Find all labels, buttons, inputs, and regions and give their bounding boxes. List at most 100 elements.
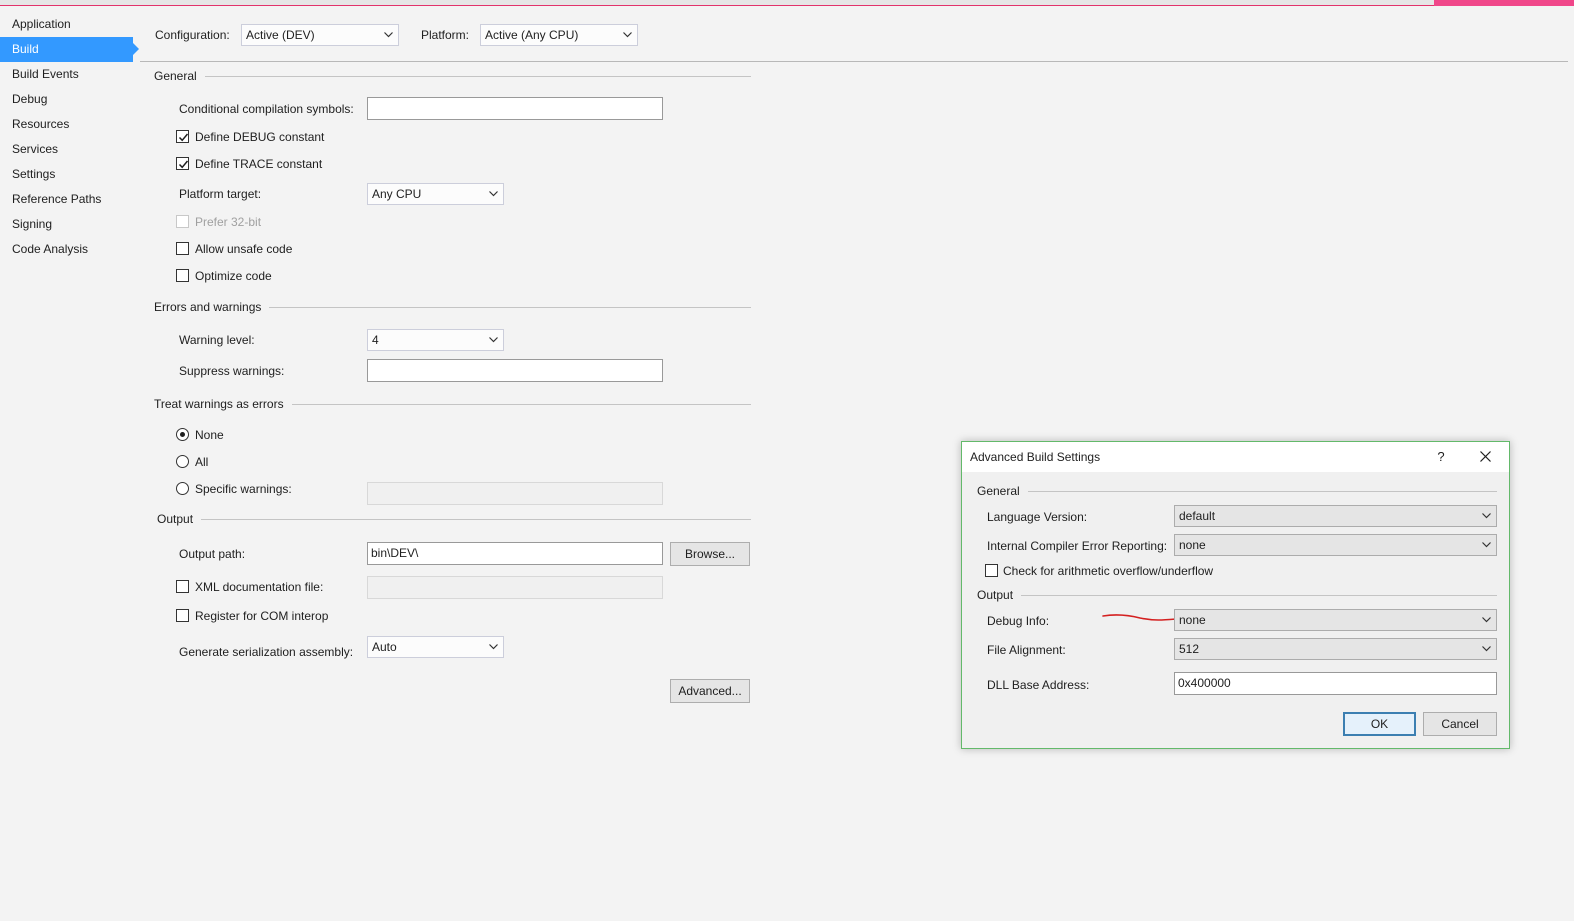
chevron-down-icon	[1479, 506, 1493, 526]
platform-target-select[interactable]: Any CPU	[367, 183, 504, 205]
platform-value: Active (Any CPU)	[485, 28, 579, 42]
close-icon	[1480, 451, 1491, 462]
sidebar-item-application[interactable]: Application	[0, 12, 140, 37]
treat-specific-radio[interactable]	[176, 482, 189, 495]
dll-base-label: DLL Base Address:	[987, 678, 1090, 692]
xml-doc-label: XML documentation file:	[195, 580, 324, 594]
define-debug-checkbox[interactable]	[176, 130, 189, 143]
com-interop-label: Register for COM interop	[195, 609, 329, 623]
ice-reporting-label: Internal Compiler Error Reporting:	[987, 539, 1168, 553]
errors-section-title: Errors and warnings	[154, 299, 270, 315]
sidebar-item-build[interactable]: Build	[0, 37, 139, 62]
chevron-down-icon	[1479, 639, 1493, 659]
warning-level-select[interactable]: 4	[367, 329, 504, 351]
checkmark-icon	[178, 160, 189, 169]
chevron-down-icon	[486, 330, 500, 350]
treat-all-label: All	[195, 455, 209, 469]
browse-button[interactable]: Browse...	[670, 542, 750, 566]
ice-reporting-value: none	[1179, 538, 1206, 552]
overflow-checkbox[interactable]	[985, 564, 998, 577]
output-path-label: Output path:	[179, 547, 246, 561]
chevron-down-icon	[620, 25, 634, 45]
xml-doc-checkbox[interactable]	[176, 580, 189, 593]
active-tab-accent	[1434, 0, 1574, 6]
dialog-output-title: Output	[977, 587, 1022, 603]
output-section-line	[157, 519, 751, 520]
warning-level-label: Warning level:	[179, 333, 255, 347]
sidebar-item-code-analysis[interactable]: Code Analysis	[0, 237, 140, 262]
warning-level-value: 4	[372, 333, 379, 347]
language-version-select[interactable]: default	[1174, 505, 1497, 527]
serialization-select[interactable]: Auto	[367, 636, 504, 658]
chevron-down-icon	[1479, 610, 1493, 630]
unsafe-code-label: Allow unsafe code	[195, 242, 293, 256]
treat-specific-label: Specific warnings:	[195, 482, 292, 496]
debug-info-select[interactable]: none	[1174, 609, 1497, 631]
com-interop-checkbox[interactable]	[176, 609, 189, 622]
prefer32-checkbox[interactable]	[176, 215, 189, 228]
treat-all-radio[interactable]	[176, 455, 189, 468]
suppress-warnings-label: Suppress warnings:	[179, 364, 285, 378]
general-section-title: General	[154, 68, 205, 84]
sidebar-item-debug[interactable]: Debug	[0, 87, 140, 112]
file-alignment-value: 512	[1179, 642, 1200, 656]
suppress-warnings-input[interactable]	[367, 359, 663, 382]
treat-section-title: Treat warnings as errors	[154, 396, 292, 412]
optimize-code-checkbox[interactable]	[176, 269, 189, 282]
cancel-button[interactable]: Cancel	[1423, 712, 1497, 736]
chevron-down-icon	[486, 184, 500, 204]
dialog-title-bar: Advanced Build Settings ?	[962, 442, 1509, 472]
sidebar-item-build-events[interactable]: Build Events	[0, 62, 140, 87]
language-version-value: default	[1179, 509, 1216, 523]
sidebar-item-signing[interactable]: Signing	[0, 212, 140, 237]
close-button[interactable]	[1474, 449, 1498, 465]
file-alignment-label: File Alignment:	[987, 643, 1066, 657]
overflow-label: Check for arithmetic overflow/underflow	[1003, 564, 1214, 578]
sidebar-item-resources[interactable]: Resources	[0, 112, 140, 137]
sidebar-nav: Application Build Build Events Debug Res…	[0, 12, 140, 262]
chevron-down-icon	[486, 637, 500, 657]
header-separator	[140, 61, 1568, 62]
dialog-title: Advanced Build Settings	[970, 450, 1101, 464]
red-underline-annotation	[1102, 614, 1177, 621]
language-version-label: Language Version:	[987, 510, 1088, 524]
cond-symbols-input[interactable]	[367, 97, 663, 120]
dialog-output-line	[977, 595, 1497, 596]
dialog-general-line	[977, 491, 1497, 492]
define-debug-label: Define DEBUG constant	[195, 130, 325, 144]
chevron-down-icon	[381, 25, 395, 45]
define-trace-label: Define TRACE constant	[195, 157, 323, 171]
sidebar-item-reference-paths[interactable]: Reference Paths	[0, 187, 140, 212]
xml-doc-input[interactable]	[367, 576, 663, 599]
debug-info-label: Debug Info:	[987, 614, 1050, 628]
ice-reporting-select[interactable]: none	[1174, 534, 1497, 556]
file-alignment-select[interactable]: 512	[1174, 638, 1497, 660]
help-button[interactable]: ?	[1429, 442, 1453, 472]
ok-button[interactable]: OK	[1343, 712, 1416, 736]
treat-none-label: None	[195, 428, 224, 442]
platform-select[interactable]: Active (Any CPU)	[480, 24, 638, 46]
platform-target-value: Any CPU	[372, 187, 422, 201]
advanced-build-settings-dialog: Advanced Build Settings ? General Langua…	[961, 441, 1510, 749]
top-tab-strip	[0, 0, 1574, 6]
serialization-label: Generate serialization assembly:	[179, 645, 354, 659]
specific-warnings-input[interactable]	[367, 482, 663, 505]
define-trace-checkbox[interactable]	[176, 157, 189, 170]
prefer32-label: Prefer 32-bit	[195, 215, 262, 229]
configuration-select[interactable]: Active (DEV)	[241, 24, 399, 46]
debug-info-value: none	[1179, 613, 1206, 627]
unsafe-code-checkbox[interactable]	[176, 242, 189, 255]
advanced-button[interactable]: Advanced...	[670, 679, 750, 703]
dialog-general-title: General	[977, 483, 1028, 499]
output-path-input[interactable]: bin\DEV\	[367, 542, 663, 565]
dll-base-input[interactable]: 0x400000	[1174, 672, 1497, 695]
chevron-down-icon	[1479, 535, 1493, 555]
checkmark-icon	[178, 133, 189, 142]
configuration-label: Configuration:	[155, 28, 230, 42]
sidebar-item-settings[interactable]: Settings	[0, 162, 140, 187]
output-section-title: Output	[157, 511, 202, 527]
treat-none-radio[interactable]	[176, 428, 189, 441]
serialization-value: Auto	[372, 640, 397, 654]
optimize-code-label: Optimize code	[195, 269, 272, 283]
sidebar-item-services[interactable]: Services	[0, 137, 140, 162]
